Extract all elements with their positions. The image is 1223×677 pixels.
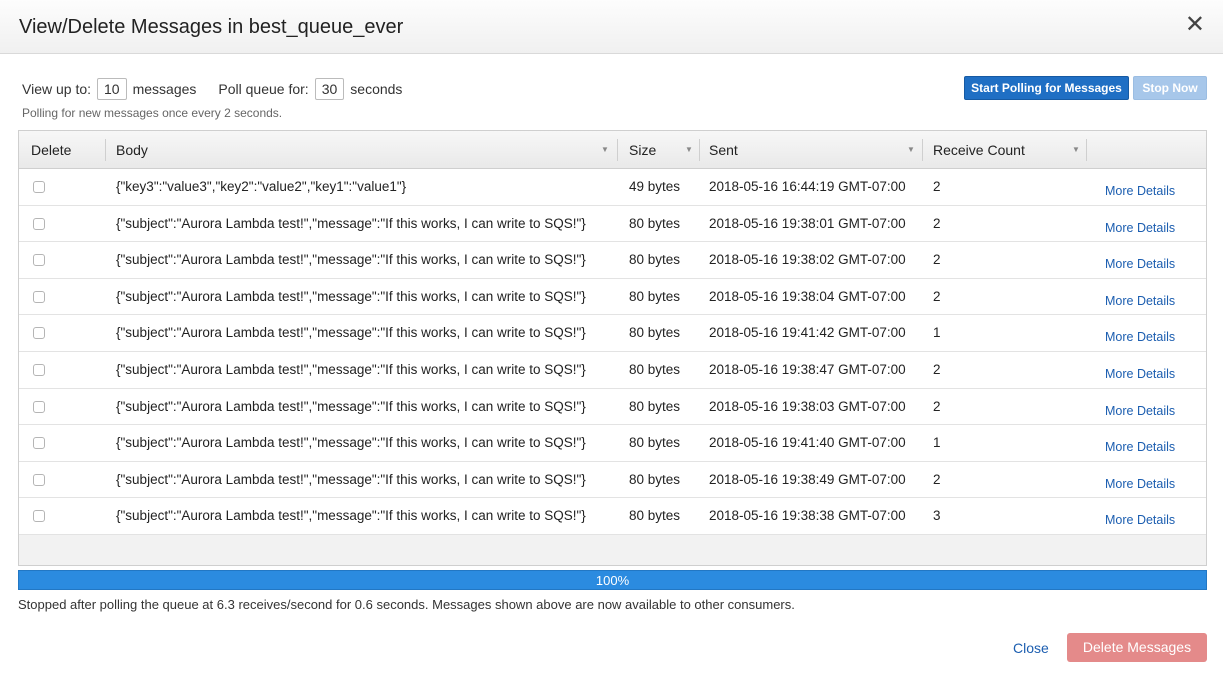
delete-checkbox[interactable] — [33, 217, 45, 230]
message-body: {"subject":"Aurora Lambda test!","messag… — [116, 471, 586, 487]
more-details-link[interactable]: More Details — [1105, 466, 1175, 502]
sort-arrow-icon[interactable]: ▼ — [907, 131, 915, 169]
message-receive-count: 2 — [933, 215, 941, 231]
message-size: 80 bytes — [629, 471, 681, 487]
delete-checkbox[interactable] — [33, 364, 45, 376]
dialog-title: View/Delete Messages in best_queue_ever — [19, 16, 404, 38]
message-sent: 2018-05-16 19:38:38 GMT-07:00 — [709, 508, 906, 524]
table-row: {"key3":"value3","key2":"value2","key1":… — [19, 169, 1206, 206]
message-receive-count: 3 — [933, 508, 941, 524]
delete-checkbox[interactable] — [33, 400, 45, 413]
message-sent: 2018-05-16 19:41:40 GMT-07:00 — [709, 435, 906, 451]
message-size: 80 bytes — [629, 252, 681, 268]
messages-table: Delete Body ▼ Size ▼ Sent ▼ Receive Coun… — [18, 130, 1207, 566]
delete-checkbox[interactable] — [33, 437, 45, 450]
delete-messages-button[interactable]: Delete Messages — [1067, 633, 1207, 662]
delete-checkbox[interactable] — [33, 473, 45, 486]
progress-label: 100% — [595, 573, 630, 588]
message-size: 80 bytes — [629, 362, 681, 377]
message-receive-count: 2 — [933, 288, 941, 304]
message-size: 80 bytes — [629, 435, 681, 451]
message-receive-count: 2 — [933, 362, 941, 377]
message-sent: 2018-05-16 16:44:19 GMT-07:00 — [709, 179, 906, 194]
message-body: {"subject":"Aurora Lambda test!","messag… — [116, 288, 586, 304]
polling-note: Polling for new messages once every 2 se… — [22, 106, 283, 120]
header-size[interactable]: Size — [629, 131, 656, 169]
message-sent: 2018-05-16 19:38:02 GMT-07:00 — [709, 252, 906, 268]
sort-arrow-icon[interactable]: ▼ — [601, 131, 609, 169]
header-body[interactable]: Body — [116, 131, 148, 169]
message-size: 80 bytes — [629, 398, 681, 414]
table-header: Delete Body ▼ Size ▼ Sent ▼ Receive Coun… — [19, 131, 1206, 169]
status-message: Stopped after polling the queue at 6.3 r… — [18, 597, 795, 612]
polling-controls: View up to: 10 messages Poll queue for: … — [22, 78, 402, 100]
sort-arrow-icon[interactable]: ▼ — [1072, 131, 1080, 169]
poll-seconds-input[interactable]: 30 — [314, 78, 345, 100]
stop-now-button[interactable]: Stop Now — [1133, 76, 1207, 100]
message-sent: 2018-05-16 19:38:01 GMT-07:00 — [709, 215, 906, 231]
delete-checkbox[interactable] — [33, 510, 45, 523]
more-details-link[interactable]: More Details — [1105, 502, 1175, 538]
message-body: {"subject":"Aurora Lambda test!","messag… — [116, 362, 586, 377]
table-row: {"subject":"Aurora Lambda test!","messag… — [19, 498, 1206, 535]
seconds-label: seconds — [350, 81, 403, 97]
messages-label: messages — [132, 81, 197, 97]
table-row: {"subject":"Aurora Lambda test!","messag… — [19, 242, 1206, 279]
message-body: {"key3":"value3","key2":"value2","key1":… — [116, 179, 407, 194]
message-sent: 2018-05-16 19:41:42 GMT-07:00 — [709, 325, 906, 341]
more-details-link[interactable]: More Details — [1105, 393, 1175, 429]
message-size: 80 bytes — [629, 508, 681, 524]
message-body: {"subject":"Aurora Lambda test!","messag… — [116, 398, 586, 414]
delete-checkbox[interactable] — [33, 327, 45, 340]
message-body: {"subject":"Aurora Lambda test!","messag… — [116, 325, 586, 341]
more-details-link[interactable]: More Details — [1105, 173, 1175, 209]
close-icon[interactable]: ✕ — [1185, 13, 1205, 37]
poll-queue-label: Poll queue for: — [218, 81, 309, 97]
sort-arrow-icon[interactable]: ▼ — [685, 131, 693, 169]
table-row: {"subject":"Aurora Lambda test!","messag… — [19, 388, 1206, 429]
header-delete[interactable]: Delete — [31, 131, 71, 169]
message-receive-count: 2 — [933, 398, 941, 414]
message-sent: 2018-05-16 19:38:47 GMT-07:00 — [709, 362, 906, 377]
more-details-link[interactable]: More Details — [1105, 356, 1175, 392]
message-receive-count: 2 — [933, 252, 941, 268]
table-row: {"subject":"Aurora Lambda test!","messag… — [19, 352, 1206, 389]
message-size: 49 bytes — [629, 179, 681, 194]
header-sent[interactable]: Sent — [709, 131, 738, 169]
message-receive-count: 2 — [933, 179, 941, 194]
message-sent: 2018-05-16 19:38:04 GMT-07:00 — [709, 288, 906, 304]
progress-bar: 100% — [18, 570, 1207, 590]
message-size: 80 bytes — [629, 215, 681, 231]
more-details-link[interactable]: More Details — [1105, 246, 1175, 282]
table-row: {"subject":"Aurora Lambda test!","messag… — [19, 205, 1206, 246]
message-body: {"subject":"Aurora Lambda test!","messag… — [116, 435, 586, 451]
message-receive-count: 2 — [933, 471, 941, 487]
message-receive-count: 1 — [933, 325, 941, 341]
table-row: {"subject":"Aurora Lambda test!","messag… — [19, 315, 1206, 352]
message-size: 80 bytes — [629, 325, 681, 341]
delete-checkbox[interactable] — [33, 181, 45, 193]
message-body: {"subject":"Aurora Lambda test!","messag… — [116, 252, 586, 268]
message-receive-count: 1 — [933, 435, 941, 451]
view-up-to-input[interactable]: 10 — [97, 78, 127, 100]
table-row: {"subject":"Aurora Lambda test!","messag… — [19, 461, 1206, 502]
delete-checkbox[interactable] — [33, 254, 45, 267]
more-details-link[interactable]: More Details — [1105, 210, 1175, 246]
more-details-link[interactable]: More Details — [1105, 283, 1175, 319]
more-details-link[interactable]: More Details — [1105, 319, 1175, 355]
dialog-header: View/Delete Messages in best_queue_ever … — [0, 0, 1223, 54]
start-polling-button[interactable]: Start Polling for Messages — [964, 76, 1129, 100]
more-details-link[interactable]: More Details — [1105, 429, 1175, 465]
table-row: {"subject":"Aurora Lambda test!","messag… — [19, 425, 1206, 462]
message-size: 80 bytes — [629, 288, 681, 304]
view-up-to-label: View up to: — [22, 81, 92, 97]
close-button[interactable]: Close — [1013, 640, 1049, 656]
message-body: {"subject":"Aurora Lambda test!","messag… — [116, 508, 586, 524]
message-body: {"subject":"Aurora Lambda test!","messag… — [116, 215, 586, 231]
table-row: {"subject":"Aurora Lambda test!","messag… — [19, 278, 1206, 319]
delete-checkbox[interactable] — [33, 290, 45, 303]
message-sent: 2018-05-16 19:38:03 GMT-07:00 — [709, 398, 906, 414]
message-sent: 2018-05-16 19:38:49 GMT-07:00 — [709, 471, 906, 487]
header-receive-count[interactable]: Receive Count — [933, 131, 1025, 169]
